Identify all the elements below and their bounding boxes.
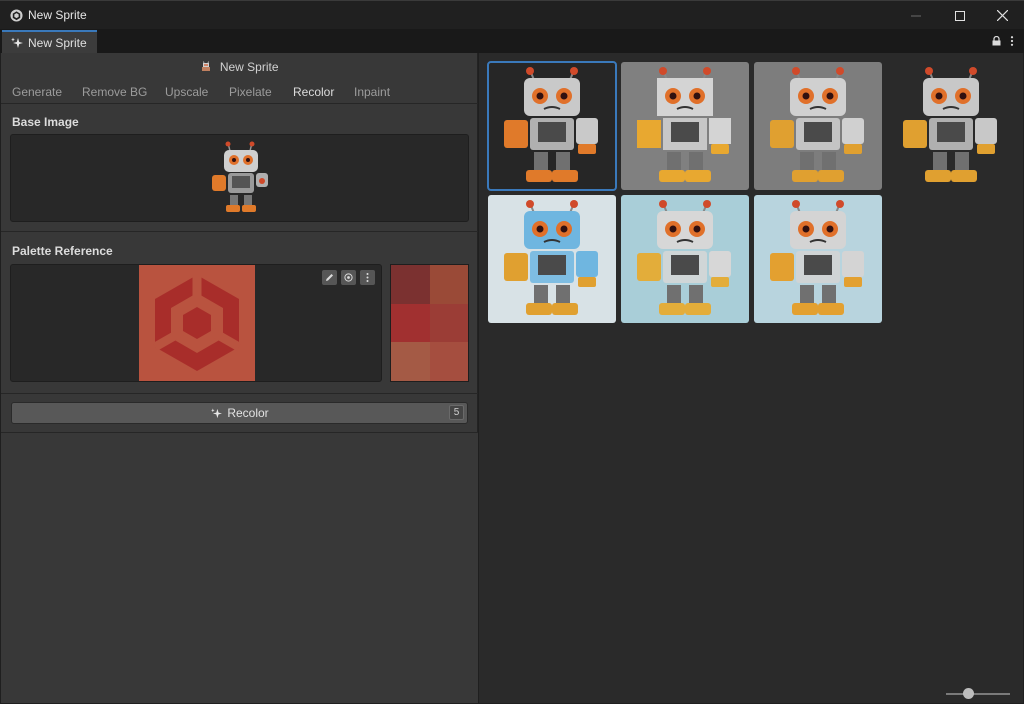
target-button[interactable] [341,270,356,285]
minimize-icon [911,15,921,16]
more-options-icon[interactable] [1010,36,1014,46]
panel-title: New Sprite [219,60,279,74]
lock-icon[interactable] [992,36,1001,46]
target-icon [344,273,353,282]
results-grid [479,53,1023,703]
palette-swatch [429,342,468,381]
palette-swatch [429,265,468,304]
palette-swatch [429,303,468,343]
tab-new-sprite[interactable]: New Sprite [2,30,97,53]
robot-sprite-image [754,62,882,190]
close-button[interactable] [980,1,1024,30]
window-titlebar: New Sprite [0,0,1024,29]
palette-swatch [391,342,430,381]
palette-swatches [390,264,469,382]
palette-reference-image [139,265,255,381]
minimize-button[interactable] [894,1,938,30]
generation-count-badge[interactable]: 5 [449,405,464,420]
result-thumbnail[interactable] [487,61,617,191]
robot-sprite-image [621,195,749,323]
base-image-robot [212,141,268,212]
palette-options-button[interactable] [360,270,375,285]
robot-sprite-image [887,62,1015,190]
recolor-button-label: Recolor [227,406,269,420]
palette-reference-label: Palette Reference [12,244,113,258]
result-thumbnail[interactable] [621,195,749,323]
empty-area [1,433,478,703]
maximize-icon [955,10,965,21]
result-thumbnail[interactable] [754,62,882,190]
robot-sprite-image [488,195,616,323]
tab-upscale[interactable]: Upscale [165,85,208,99]
sparkle-icon [11,37,23,48]
palette-reference-field[interactable] [10,264,382,382]
base-image-field[interactable] [10,134,469,222]
result-thumbnail[interactable] [488,195,616,323]
result-thumbnail[interactable] [621,62,749,190]
tab-inpaint[interactable]: Inpaint [354,85,390,99]
maximize-button[interactable] [938,1,982,30]
tab-label: New Sprite [28,35,87,50]
tab-recolor[interactable]: Recolor [293,85,334,99]
result-thumbnail[interactable] [754,195,882,323]
tab-pixelate[interactable]: Pixelate [229,85,272,99]
sprite-icon [202,61,211,71]
sparkle-icon [211,407,223,418]
zoom-slider[interactable] [946,693,1010,695]
panel-header: New Sprite [1,60,478,74]
tab-generate[interactable]: Generate [12,85,62,99]
tool-panel: New Sprite Generate Remove BG Upscale Pi… [1,53,478,703]
robot-sprite-image [621,62,749,190]
divider [1,231,478,232]
mode-tabs: Generate Remove BG Upscale Pixelate Reco… [1,85,478,103]
unity-logo-image [139,265,255,381]
more-options-icon [366,273,369,282]
recolor-button[interactable]: Recolor 5 [11,402,468,424]
pencil-icon [326,274,333,281]
window-title: New Sprite [28,8,87,22]
result-thumbnail[interactable] [887,62,1015,190]
unity-logo-icon [10,9,23,22]
close-icon [996,10,1008,21]
base-image-label: Base Image [12,115,79,129]
tab-strip: New Sprite [0,29,1024,53]
edit-button[interactable] [322,270,337,285]
divider [1,103,478,104]
divider [1,393,478,394]
palette-swatch [391,303,430,343]
palette-swatch [391,265,430,304]
tab-remove-bg[interactable]: Remove BG [82,85,147,99]
robot-sprite-image [754,195,882,323]
robot-sprite-image [488,62,616,190]
